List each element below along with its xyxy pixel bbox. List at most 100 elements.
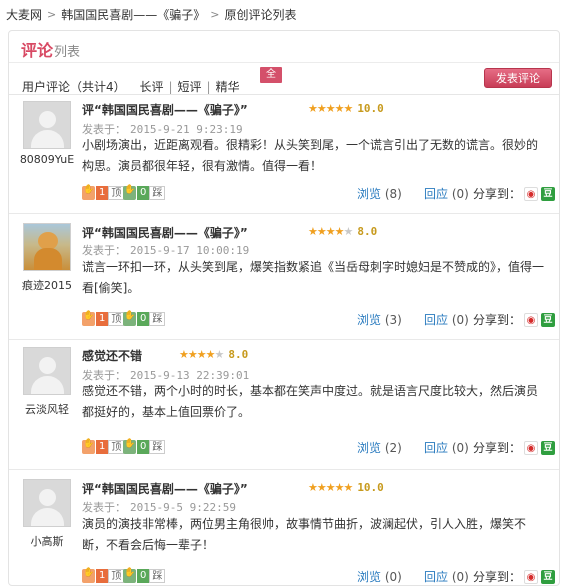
thumbs-down-icon [123, 439, 136, 454]
review-actions: 1顶 0踩 浏览 (0) 回应 (0) 分享到：◉豆 [9, 567, 559, 585]
review-score: 10.0 [357, 481, 384, 494]
review-item: 云淡风轻 感觉还不错 ★★★★★ 8.0 发表于： 2015-9-13 22:39… [9, 341, 559, 465]
upvote-button[interactable]: 1顶 [82, 439, 125, 454]
downvote-button[interactable]: 0踩 [123, 185, 166, 200]
review-date: 2015-9-5 9:22:59 [130, 501, 236, 514]
breadcrumb-show-link[interactable]: 韩国国民喜剧——《骗子》 [61, 6, 205, 23]
review-body: 小剧场演出，近距离观看。很精彩！从头笑到尾，一个谎言引出了无数的谎言。很妙的构思… [82, 138, 539, 173]
upvote-button[interactable]: 1顶 [82, 185, 125, 200]
review-rating: ★★★★★ 10.0 [308, 481, 384, 494]
thumbs-down-icon [123, 568, 136, 583]
avatar[interactable] [23, 101, 71, 149]
share-group: 分享到： ◉ 豆 [473, 439, 556, 456]
avatar[interactable] [23, 479, 71, 527]
share-label: 分享到： [473, 187, 522, 201]
weibo-share-icon[interactable]: ◉ [524, 312, 539, 327]
share-group: 分享到： ◉ 豆 [473, 311, 556, 328]
upvote-button[interactable]: 1顶 [82, 568, 125, 583]
star-rating-icon: ★★★★★ [308, 102, 353, 115]
replies-link[interactable]: 回应 (0) [424, 568, 469, 585]
downvote-button[interactable]: 0踩 [123, 311, 166, 326]
replies-link[interactable]: 回应 (0) [424, 439, 469, 456]
filter-all-badge[interactable]: 全 [260, 67, 282, 83]
share-label: 分享到： [473, 570, 522, 584]
review-rating: ★★★★★ 8.0 [179, 348, 248, 361]
douban-share-icon[interactable]: 豆 [541, 440, 556, 455]
review-username[interactable]: 80809YuE [15, 153, 79, 166]
review-title[interactable]: 感觉还不错 [82, 347, 142, 364]
filter-divider: | [206, 80, 211, 94]
review-username[interactable]: 痕迹2015 [15, 277, 79, 293]
review-date: 2015-9-17 10:00:19 [130, 244, 250, 257]
review-item: 小高斯 评“韩国国民喜剧——《骗子》” ★★★★★ 10.0 发表于： 2015-… [9, 471, 559, 585]
review-divider [9, 469, 559, 470]
review-divider [9, 339, 559, 340]
views-link[interactable]: 浏览 (8) [357, 185, 402, 202]
breadcrumb-home-link[interactable]: 大麦网 [6, 6, 42, 23]
downvote-button[interactable]: 0踩 [123, 439, 166, 454]
share-label: 分享到： [473, 313, 522, 327]
review-username[interactable]: 云淡风轻 [15, 401, 79, 417]
thumbs-up-icon [82, 311, 95, 326]
list-divider [9, 94, 559, 95]
thumbs-up-icon [82, 185, 95, 200]
thumbs-up-icon [82, 568, 95, 583]
panel-title-main: 评论 [21, 41, 54, 60]
share-label: 分享到： [473, 441, 522, 455]
review-meta: 发表于： 2015-9-17 10:00:19 [82, 242, 249, 258]
panel-title-sub: 列表 [54, 45, 81, 60]
review-title[interactable]: 评“韩国国民喜剧——《骗子》” [82, 101, 248, 118]
downvote-button[interactable]: 0踩 [123, 568, 166, 583]
review-score: 8.0 [357, 225, 378, 238]
posted-label: 发表于： [82, 244, 126, 257]
filter-long-review[interactable]: 长评 [139, 80, 163, 94]
avatar[interactable] [23, 347, 71, 395]
thumbs-down-icon [123, 311, 136, 326]
replies-link[interactable]: 回应 (0) [424, 311, 469, 328]
review-score: 10.0 [357, 102, 384, 115]
star-rating-icon: ★★★★★ [308, 225, 353, 238]
filter-short-review[interactable]: 短评 [178, 80, 202, 94]
chevron-right-icon: > [210, 7, 220, 21]
publish-review-button[interactable]: 发表评论 [484, 68, 552, 88]
filter-divider: | [168, 80, 173, 94]
review-rating: ★★★★★ 10.0 [308, 102, 384, 115]
review-title[interactable]: 评“韩国国民喜剧——《骗子》” [82, 224, 248, 241]
review-score: 8.0 [228, 348, 249, 361]
review-item: 80809YuE 评“韩国国民喜剧——《骗子》” ★★★★★ 10.0 发表于：… [9, 97, 559, 213]
share-group: 分享到： ◉ 豆 [473, 568, 556, 585]
weibo-share-icon[interactable]: ◉ [524, 186, 539, 201]
douban-share-icon[interactable]: 豆 [541, 569, 556, 584]
views-link[interactable]: 浏览 (0) [357, 568, 402, 585]
review-filter-bar: 用户评论（共计4） 长评 | 短评 | 精华 [22, 78, 240, 95]
upvote-button[interactable]: 1顶 [82, 311, 125, 326]
views-link[interactable]: 浏览 (3) [357, 311, 402, 328]
weibo-share-icon[interactable]: ◉ [524, 440, 539, 455]
review-rating: ★★★★★ 8.0 [308, 225, 377, 238]
review-body: 感觉还不错，两个小时的时长，基本都在笑声中度过。就是语言尺度比较大，然后演员都挺… [82, 384, 539, 419]
thumbs-down-icon [123, 185, 136, 200]
review-body: 谎言一环扣一环，从头笑到尾，爆笑指数紧追《当岳母刺字时媳妇是不赞成的》，值得一看… [82, 260, 545, 295]
star-rating-icon: ★★★★★ [179, 348, 224, 361]
review-actions: 1顶 0踩 浏览 (2) 回应 (0) 分享到：◉豆 [9, 438, 559, 456]
replies-link[interactable]: 回应 (0) [424, 185, 469, 202]
posted-label: 发表于： [82, 501, 126, 514]
weibo-share-icon[interactable]: ◉ [524, 569, 539, 584]
chevron-right-icon: > [47, 7, 57, 21]
douban-share-icon[interactable]: 豆 [541, 312, 556, 327]
views-link[interactable]: 浏览 (2) [357, 439, 402, 456]
title-divider [9, 62, 559, 63]
filter-featured[interactable]: 精华 [216, 80, 240, 94]
review-actions: 1顶 0踩 浏览 (3) 回应 (0) 分享到：◉豆 [9, 310, 559, 328]
douban-share-icon[interactable]: 豆 [541, 186, 556, 201]
thumbs-up-icon [82, 439, 95, 454]
star-rating-icon: ★★★★★ [308, 481, 353, 494]
panel-title: 评论列表 [21, 37, 80, 61]
avatar[interactable] [23, 223, 71, 271]
review-meta: 发表于： 2015-9-5 9:22:59 [82, 499, 236, 515]
review-actions: 1顶 0踩 浏览 (8) 回应 (0) 分享到：◉豆 [9, 184, 559, 202]
review-body: 演员的演技非常棒，两位男主角很帅，故事情节曲折，波澜起伏，引人入胜，爆笑不断，不… [82, 517, 527, 552]
breadcrumb-current: 原创评论列表 [224, 7, 297, 22]
review-title[interactable]: 评“韩国国民喜剧——《骗子》” [82, 480, 248, 497]
review-username[interactable]: 小高斯 [15, 533, 79, 549]
